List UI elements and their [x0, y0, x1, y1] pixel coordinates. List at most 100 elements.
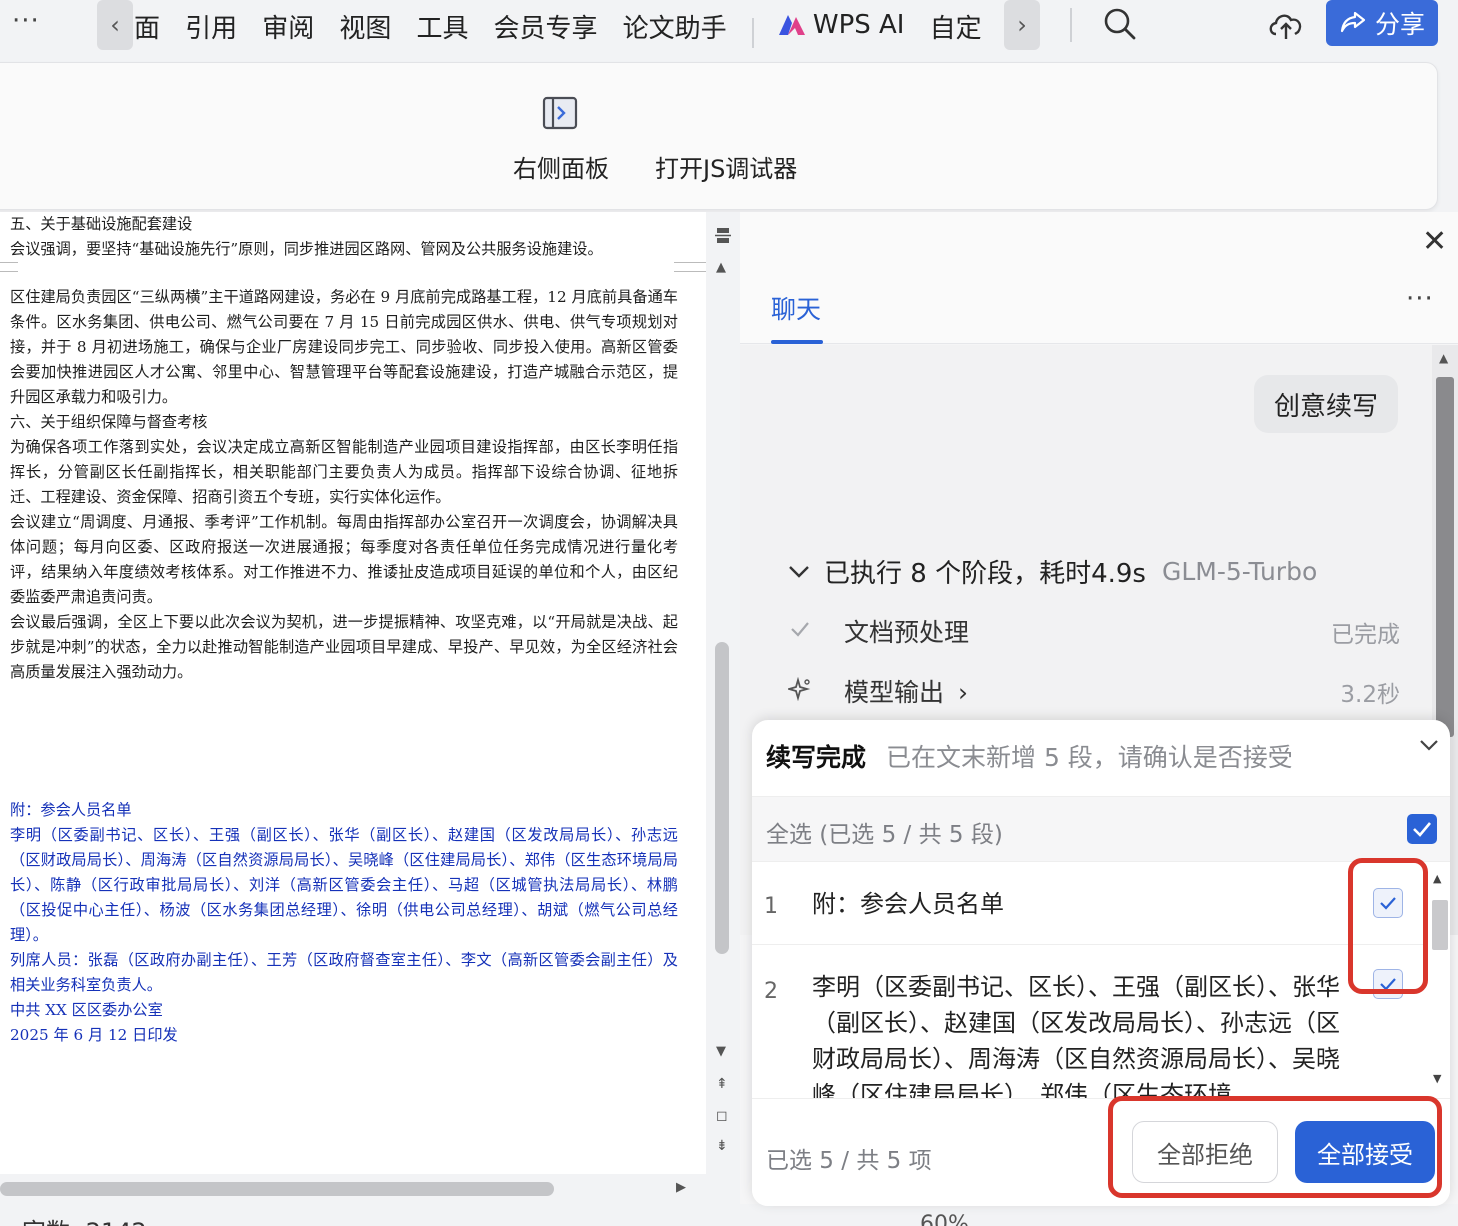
paragraph-list: 1 附：参会人员名单 2 李明（区委副书记、区长）、王强（副区长）、张华（副区长…	[752, 862, 1428, 1098]
item-text: 附：参会人员名单	[812, 890, 1004, 918]
menu-tab-wps-ai[interactable]: WPS AI	[777, 0, 905, 50]
step-status: 3.2秒	[1340, 682, 1400, 708]
appended-paragraph: 2025 年 6 月 12 日印发	[10, 1026, 178, 1044]
menu-tab-member[interactable]: 会员专享	[494, 4, 598, 50]
step-label-text: 模型输出	[844, 678, 945, 707]
menu-divider	[751, 17, 754, 48]
word-count[interactable]: 字数: 2142	[22, 1212, 147, 1226]
toolbar-divider	[1070, 8, 1072, 42]
document-horizontal-scrollbar[interactable]: ▶	[0, 1174, 740, 1204]
scroll-up-arrow-icon[interactable]: ▲	[716, 260, 726, 275]
continuation-review-dialog: 续写完成 已在文末新增 5 段，请确认是否接受 全选 (已选 5 / 共 5 段…	[752, 720, 1450, 1206]
more-options-icon[interactable]: ···	[1406, 284, 1434, 314]
doc-heading-5: 五、关于基础设施配套建设	[10, 215, 193, 233]
item-text: 李明（区委副书记、区长）、王强（副区长）、张华（副区长）、赵建国（区发改局局长）…	[812, 973, 1340, 1098]
share-label: 分享	[1374, 10, 1425, 39]
dialog-title: 续写完成	[766, 743, 867, 772]
active-tab-indicator	[771, 340, 823, 344]
menu-scroll-left-button[interactable]: ‹	[97, 0, 133, 50]
right-panel-icon[interactable]	[542, 96, 578, 130]
split-view-icon[interactable]	[714, 226, 732, 246]
tab-chat[interactable]: 聊天	[771, 290, 821, 326]
model-name: GLM-5-Turbo	[1161, 557, 1318, 586]
doc-paragraph: 为确保各项工作落到实处，会议决定成立高新区智能制造产业园项目建设指挥部，由区长李…	[10, 438, 678, 506]
scroll-up-arrow-icon[interactable]: ▲	[1433, 872, 1441, 885]
scroll-right-arrow-icon[interactable]: ▶	[676, 1180, 686, 1195]
document-vertical-scrollbar[interactable]: ▲ ▼ ⇞ ◻ ⇟	[706, 212, 740, 1174]
js-debugger-button[interactable]: 打开JS调试器	[655, 149, 797, 184]
chevron-down-icon	[789, 565, 809, 578]
more-menu-button[interactable]: ···	[12, 6, 40, 36]
scroll-up-arrow-icon[interactable]: ▲	[1439, 351, 1448, 365]
doc-paragraph: 会议强调，要坚持“基础设施先行”原则，同步推进园区路网、管网及公共服务设施建设。	[10, 240, 603, 258]
menu-tab-view[interactable]: 视图	[339, 4, 391, 50]
checkmark-icon	[1380, 897, 1396, 910]
item-checkbox[interactable]	[1373, 888, 1403, 918]
menu-tab-paper-assistant[interactable]: 论文助手	[623, 4, 727, 50]
menu-tab-tools[interactable]: 工具	[416, 4, 468, 50]
step-label: 模型输出 ›	[844, 673, 968, 709]
step-row[interactable]: 模型输出 › 3.2秒	[788, 671, 1400, 711]
chevron-right-icon: ›	[957, 678, 968, 707]
menu-tab-custom[interactable]: 自定	[930, 4, 982, 50]
dialog-scroll-thumb[interactable]	[1432, 900, 1448, 950]
document-scroll-thumb[interactable]	[715, 642, 729, 954]
scroll-down-arrow-icon[interactable]: ▼	[716, 1044, 726, 1059]
ribbon-toolbar: 右侧面板 打开JS调试器	[0, 62, 1438, 210]
step-row: 文档预处理 已完成	[788, 611, 1400, 651]
select-all-row[interactable]: 全选 (已选 5 / 共 5 段)	[752, 796, 1450, 862]
checkmark-icon	[1380, 978, 1396, 991]
zoom-level[interactable]: 60%	[920, 1212, 969, 1226]
chevron-left-icon: ‹	[110, 11, 120, 39]
page-divider-right	[674, 262, 706, 272]
select-all-label: 全选 (已选 5 / 共 5 段)	[766, 822, 1003, 848]
item-number: 2	[764, 979, 778, 1004]
wps-ai-logo-icon	[778, 15, 805, 35]
doc-heading-6: 六、关于组织保障与督查考核	[10, 413, 208, 431]
share-button[interactable]: 分享	[1326, 0, 1438, 46]
appended-content: 附：参会人员名单 李明（区委副书记、区长）、王强（副区长）、张华（副区长）、赵建…	[10, 798, 678, 1048]
step-status: 已完成	[1331, 622, 1400, 648]
wps-ai-label: WPS AI	[812, 10, 905, 40]
share-icon	[1340, 11, 1366, 33]
next-page-icon[interactable]: ⇟	[716, 1138, 728, 1154]
menu-tab-references[interactable]: 引用	[185, 4, 237, 50]
chevron-right-icon: ›	[1017, 11, 1027, 39]
menu-scroll-right-button[interactable]: ›	[1004, 0, 1040, 50]
status-bar: 字数: 2142 60%	[0, 1204, 1458, 1226]
close-panel-icon[interactable]: ✕	[1422, 224, 1447, 259]
menu-tab-layout[interactable]: 面	[134, 4, 160, 50]
side-panel-scroll-thumb[interactable]	[1436, 377, 1454, 737]
accept-all-button[interactable]: 全部接受	[1295, 1121, 1435, 1183]
collapse-chevron-icon[interactable]	[1418, 734, 1440, 756]
menu-tabs: 面 引用 审阅 视图 工具 会员专享 论文助手 WPS AI 自定	[134, 0, 1002, 50]
select-browse-object-icon[interactable]: ◻	[716, 1108, 728, 1124]
select-all-checkbox[interactable]	[1407, 814, 1437, 844]
sparkle-icon	[788, 677, 811, 701]
document-body: 五、关于基础设施配套建设 会议强调，要坚持“基础设施先行”原则，同步推进园区路网…	[10, 212, 678, 685]
dialog-subtitle: 已在文末新增 5 段，请确认是否接受	[886, 743, 1293, 772]
check-icon	[791, 622, 809, 637]
checkmark-icon	[1413, 822, 1431, 837]
previous-page-icon[interactable]: ⇞	[716, 1076, 728, 1092]
doc-paragraph: 会议建立“周调度、月通报、季考评”工作机制。每周由指挥部办公室召开一次调度会，协…	[10, 513, 678, 606]
right-panel-button[interactable]: 右侧面板	[513, 149, 609, 184]
reject-all-button[interactable]: 全部拒绝	[1132, 1121, 1278, 1183]
dialog-list-scrollbar[interactable]: ▲ ▼	[1428, 872, 1450, 1098]
horizontal-scroll-thumb[interactable]	[0, 1182, 554, 1196]
doc-paragraph: 会议最后强调，全区上下要以此次会议为契机，进一步提振精神、攻坚克难，以“开局就是…	[10, 613, 678, 681]
item-checkbox[interactable]	[1373, 969, 1403, 999]
document-page[interactable]: 五、关于基础设施配套建设 会议强调，要坚持“基础设施先行”原则，同步推进园区路网…	[0, 212, 706, 1174]
selected-count: 已选 5 / 共 5 项	[766, 1148, 932, 1174]
dialog-footer: 已选 5 / 共 5 项 全部拒绝 全部接受	[752, 1098, 1450, 1206]
execution-summary-toggle[interactable]: 已执行 8 个阶段，耗时4.9s GLM-5-Turbo	[788, 553, 1317, 590]
cloud-upload-icon[interactable]	[1266, 8, 1306, 42]
item-number: 1	[764, 894, 778, 919]
search-icon[interactable]	[1102, 6, 1138, 42]
appended-paragraph: 附：参会人员名单	[10, 801, 132, 819]
list-divider	[752, 944, 1428, 945]
menu-tab-review[interactable]: 审阅	[262, 4, 314, 50]
user-message-text: 创意续写	[1273, 391, 1378, 422]
appended-paragraph: 列席人员：张磊（区政府办副主任）、王芳（区政府督查室主任）、李文（高新区管委会副…	[10, 951, 678, 994]
scroll-down-arrow-icon[interactable]: ▼	[1433, 1072, 1441, 1085]
